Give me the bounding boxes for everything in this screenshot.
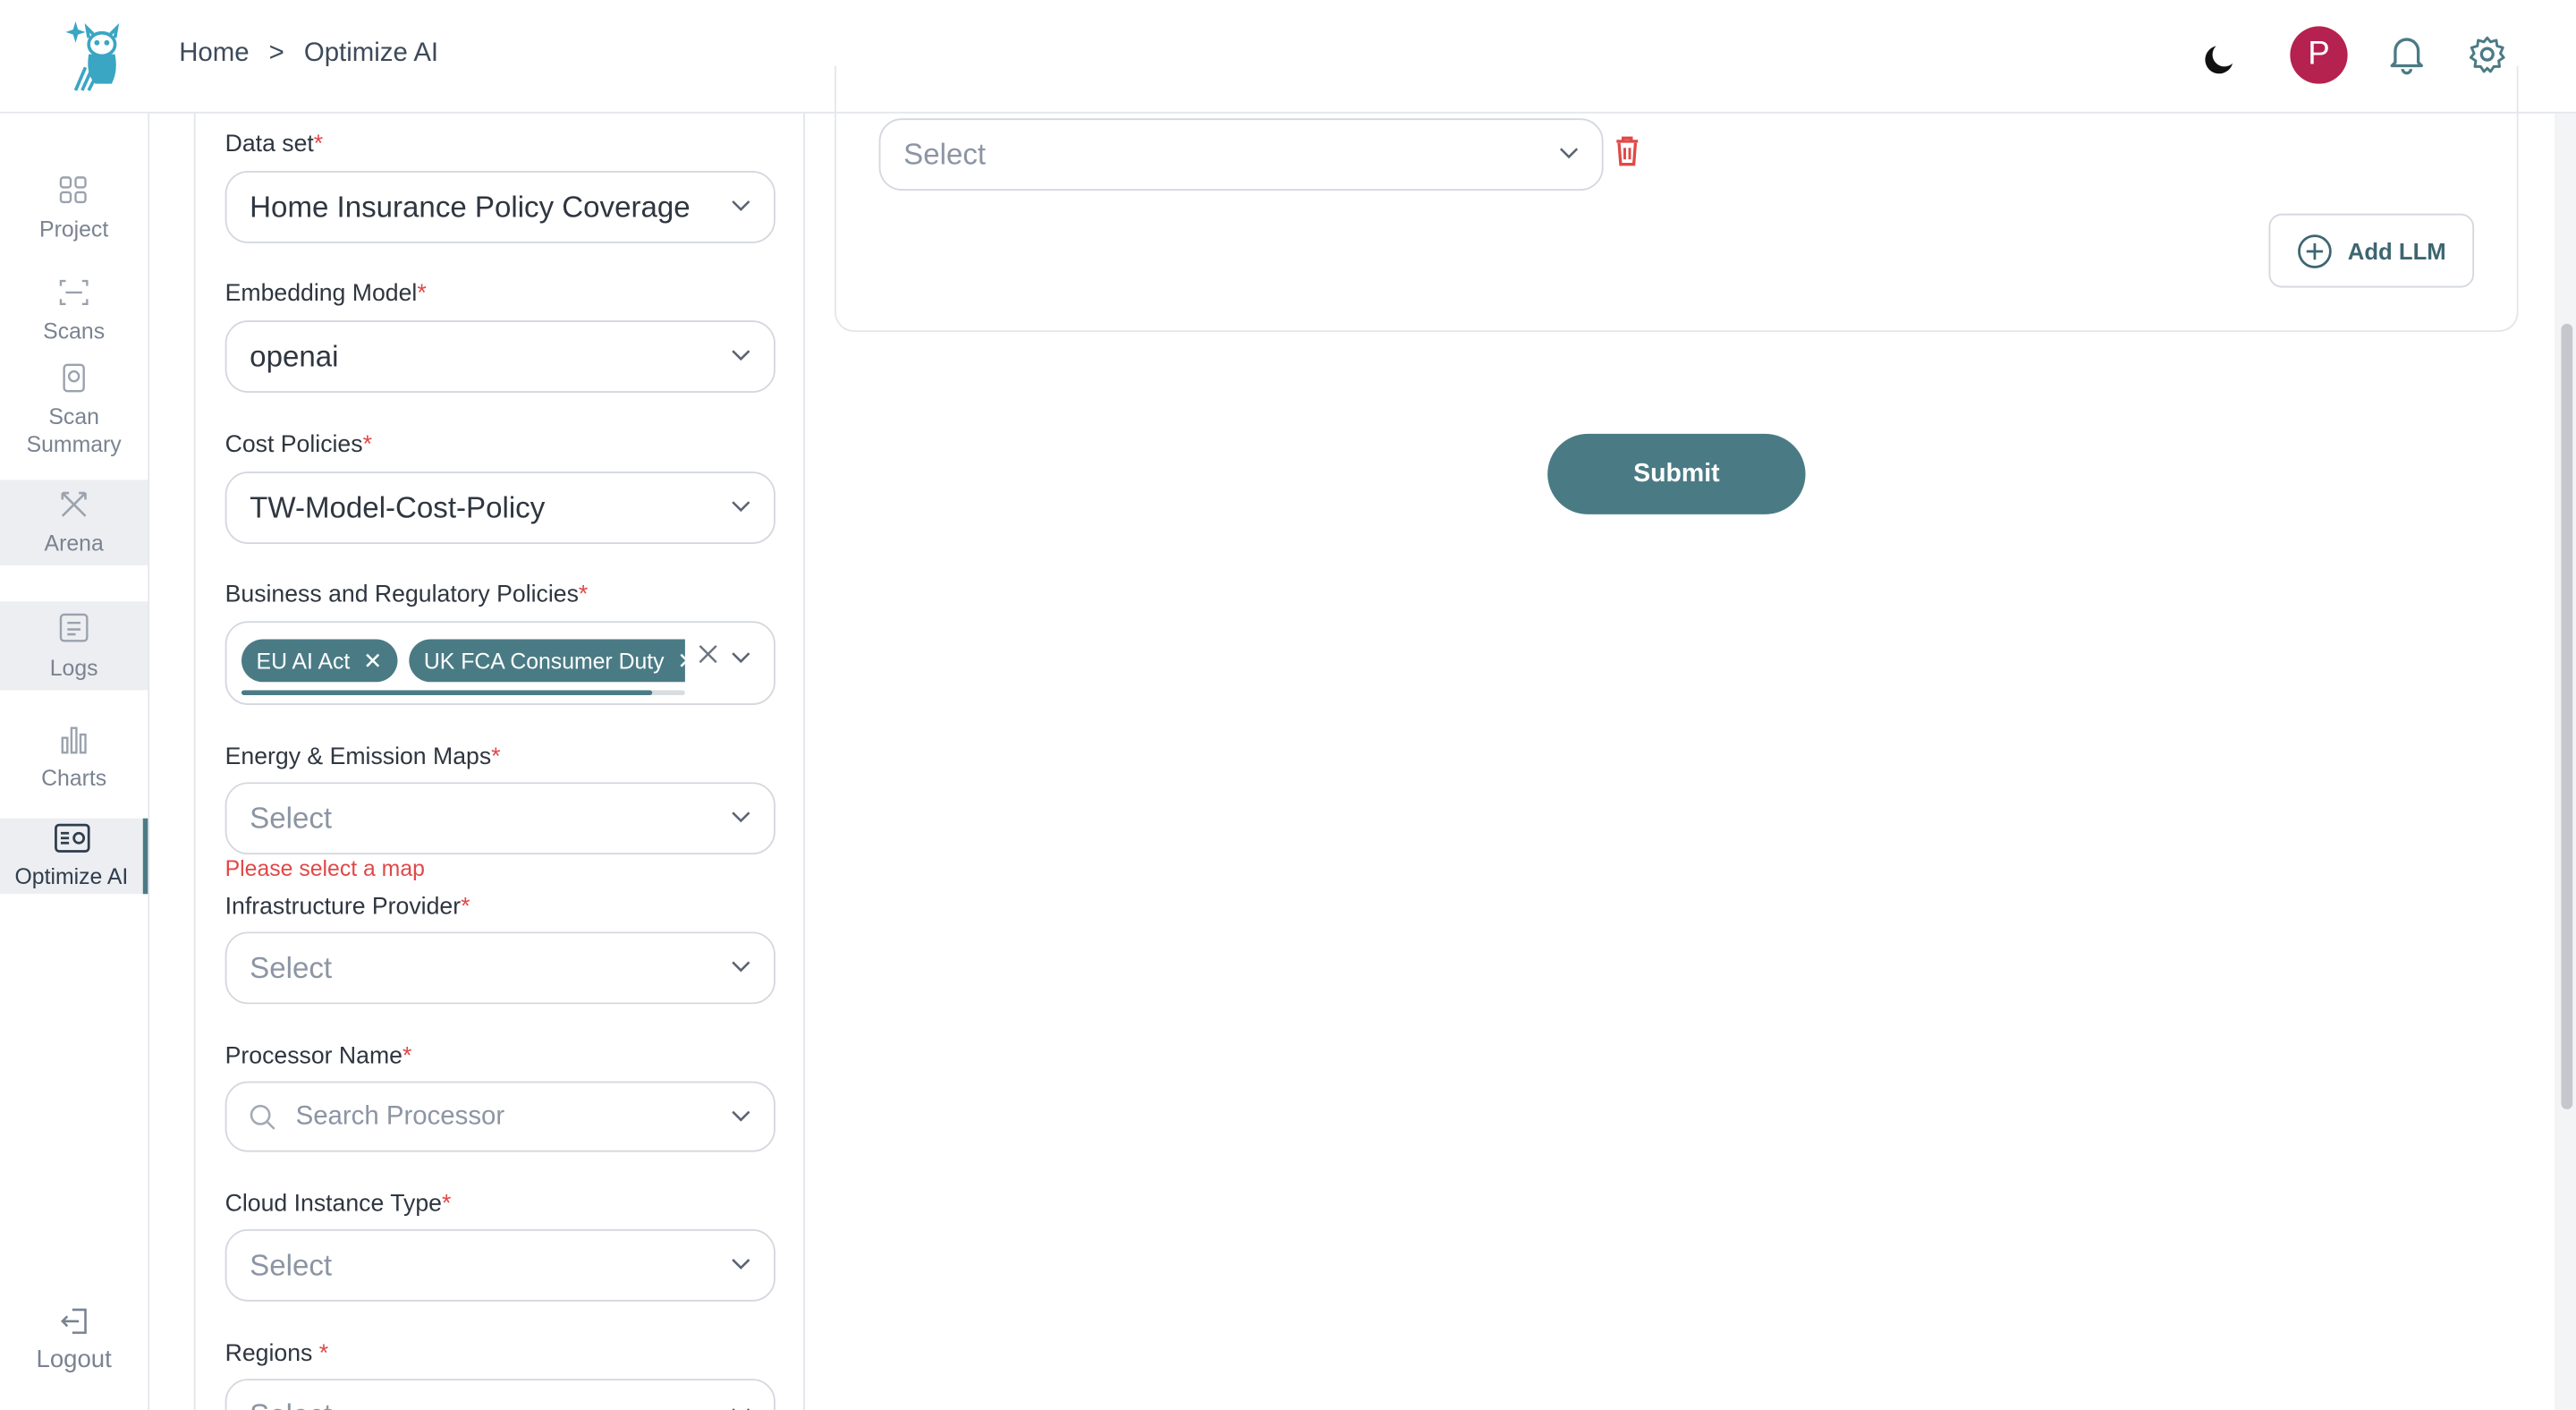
- dataset-label: Data set*: [225, 131, 324, 158]
- scan-summary-icon: [63, 363, 85, 393]
- logo-owl-icon[interactable]: [63, 18, 125, 93]
- cloud-label: Cloud Instance Type*: [225, 1191, 452, 1219]
- processor-placeholder: Search Processor: [295, 1101, 505, 1130]
- plus-circle-icon: [2298, 234, 2332, 268]
- chevron-down-icon: [732, 350, 750, 361]
- chevron-down-icon: [732, 501, 750, 513]
- trash-icon[interactable]: [1614, 135, 1641, 168]
- regions-label: Regions *: [225, 1340, 329, 1368]
- chip-scrollbar-thumb[interactable]: [241, 690, 653, 695]
- sidebar-item-logs[interactable]: Logs: [0, 601, 148, 691]
- optimize-form: Data set* Home Insurance Policy Coverage…: [193, 113, 805, 1410]
- embedding-label: Embedding Model*: [225, 281, 427, 308]
- sidebar-item-label: Optimize AI: [14, 863, 129, 888]
- business-multiselect[interactable]: EU AI Act ✕ UK FCA Consumer Duty ✕: [225, 621, 775, 705]
- cost-value: TW-Model-Cost-Policy: [250, 490, 546, 524]
- energy-label: Energy & Emission Maps*: [225, 744, 501, 771]
- sidebar-item-label: Project: [39, 217, 109, 242]
- breadcrumb-separator: >: [268, 39, 284, 68]
- submit-button[interactable]: Submit: [1547, 433, 1806, 514]
- breadcrumb: Home > Optimize AI: [179, 39, 438, 69]
- arena-icon: [61, 490, 87, 516]
- search-icon: [250, 1104, 275, 1130]
- chevron-down-icon: [732, 1109, 750, 1121]
- llm-select[interactable]: Select: [878, 118, 1604, 191]
- breadcrumb-home[interactable]: Home: [179, 39, 249, 69]
- cloud-placeholder: Select: [250, 1248, 333, 1281]
- sidebar: Project Scans Scan Summary Arena Logs Ch…: [0, 113, 150, 1410]
- sidebar-item-arena[interactable]: Arena: [0, 480, 148, 565]
- regions-select[interactable]: Select: [225, 1379, 775, 1410]
- logout-button[interactable]: Logout: [0, 1306, 148, 1374]
- add-llm-label: Add LLM: [2347, 237, 2446, 264]
- sidebar-item-scan-summary[interactable]: Scan Summary: [0, 363, 148, 459]
- grid-icon: [59, 176, 87, 204]
- chip-uk-fca: UK FCA Consumer Duty ✕: [409, 639, 685, 683]
- sidebar-item-project[interactable]: Project: [0, 176, 148, 243]
- sidebar-item-label: Arena: [44, 530, 104, 555]
- chip-label: EU AI Act: [256, 648, 351, 674]
- infra-placeholder: Select: [250, 950, 333, 984]
- infra-label: Infrastructure Provider*: [225, 894, 470, 921]
- scan-icon: [59, 279, 89, 306]
- dataset-value: Home Insurance Policy Coverage: [250, 190, 691, 223]
- sidebar-item-label: Charts: [41, 765, 107, 791]
- chevron-down-icon: [732, 961, 750, 973]
- processor-search[interactable]: Search Processor: [225, 1081, 775, 1152]
- chevron-down-icon: [732, 811, 750, 823]
- bar-chart-icon: [61, 726, 87, 754]
- chevron-down-icon: [732, 200, 750, 212]
- energy-select[interactable]: Select: [225, 782, 775, 855]
- llm-card: [835, 65, 2519, 333]
- sidebar-item-charts[interactable]: Charts: [0, 725, 148, 792]
- page-scrollbar-thumb[interactable]: [2561, 323, 2573, 1109]
- business-label: Business and Regulatory Policies*: [225, 582, 589, 608]
- add-llm-button[interactable]: Add LLM: [2268, 213, 2475, 288]
- clear-icon[interactable]: [699, 644, 718, 664]
- sidebar-item-label: Logs: [49, 654, 98, 680]
- cloud-select[interactable]: Select: [225, 1228, 775, 1302]
- chip-eu-ai-act: EU AI Act ✕: [241, 639, 398, 683]
- regions-placeholder: Select: [250, 1397, 332, 1410]
- energy-error: Please select a map: [225, 855, 425, 881]
- logout-icon: [60, 1308, 87, 1334]
- chevron-down-icon: [732, 652, 750, 664]
- optimize-icon: [54, 822, 89, 852]
- logs-icon: [59, 612, 89, 641]
- chip-remove-icon[interactable]: ✕: [677, 647, 685, 675]
- processor-label: Processor Name*: [225, 1043, 412, 1070]
- infra-select[interactable]: Select: [225, 931, 775, 1005]
- llm-placeholder: Select: [903, 137, 987, 171]
- cost-select[interactable]: TW-Model-Cost-Policy: [225, 471, 775, 544]
- chevron-down-icon: [1559, 148, 1579, 159]
- sidebar-item-optimize-ai[interactable]: Optimize AI: [0, 818, 148, 895]
- cost-label: Cost Policies*: [225, 432, 372, 459]
- embedding-value: openai: [250, 339, 339, 373]
- chip-remove-icon[interactable]: ✕: [363, 647, 383, 675]
- breadcrumb-current: Optimize AI: [303, 39, 439, 68]
- embedding-select[interactable]: openai: [225, 320, 775, 393]
- dataset-select[interactable]: Home Insurance Policy Coverage: [225, 171, 775, 243]
- sidebar-item-label: Scan Summary: [26, 403, 122, 457]
- sidebar-item-label: Scans: [43, 319, 106, 344]
- chevron-down-icon: [732, 1258, 750, 1270]
- energy-placeholder: Select: [250, 801, 333, 835]
- logout-label: Logout: [36, 1346, 112, 1374]
- chevron-down-icon: [732, 1408, 750, 1410]
- chip-label: UK FCA Consumer Duty: [423, 648, 665, 674]
- chip-scrollbar-track[interactable]: [241, 690, 685, 695]
- sidebar-item-scans[interactable]: Scans: [0, 277, 148, 344]
